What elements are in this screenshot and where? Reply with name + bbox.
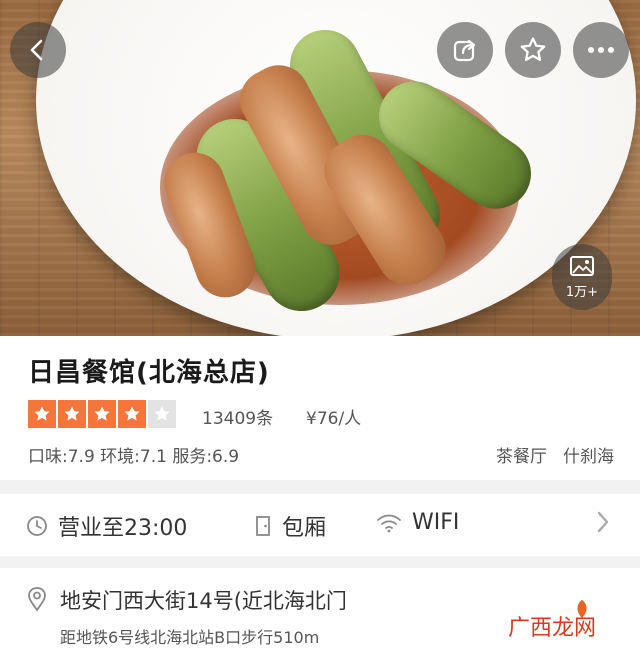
chevron-right-icon[interactable] <box>596 510 610 534</box>
section-divider <box>0 556 640 568</box>
wifi-item: WIFI <box>376 510 459 535</box>
section-divider <box>0 480 640 494</box>
watermark-text: 广西龙网 <box>508 616 597 641</box>
avg-price: ¥76/人 <box>306 409 362 429</box>
share-icon <box>453 39 476 62</box>
restaurant-name: 日昌餐馆(北海总店) <box>28 358 270 388</box>
facilities-row[interactable]: 营业至23:00 包厢 WIFI <box>0 496 640 554</box>
share-button[interactable] <box>437 22 493 78</box>
hero-photo[interactable]: 1万+ <box>0 0 640 336</box>
subway-distance: 距地铁6号线北海北站B口步行510m <box>60 628 320 647</box>
hours-item: 营业至23:00 <box>26 510 187 542</box>
address-text[interactable]: 地安门西大街14号(近北海北门 <box>60 585 347 615</box>
clock-icon <box>27 516 47 536</box>
star-icon <box>28 400 56 428</box>
star-rating <box>28 400 176 428</box>
wifi-label: WIFI <box>412 510 460 535</box>
category-tags: 茶餐厅 什刹海 <box>496 442 614 467</box>
back-button[interactable] <box>10 22 66 78</box>
more-button[interactable] <box>573 22 629 78</box>
more-icon <box>588 47 614 53</box>
hours-label: 营业至23:00 <box>58 516 188 541</box>
sub-scores: 口味:7.9 环境:7.1 服务:6.9 <box>28 447 240 467</box>
tag-category[interactable]: 茶餐厅 <box>496 442 547 467</box>
star-empty-icon <box>148 400 176 428</box>
wifi-icon <box>377 514 401 532</box>
star-icon <box>88 400 116 428</box>
star-icon <box>118 400 146 428</box>
door-icon <box>256 516 270 536</box>
private-room-item: 包厢 <box>254 510 326 542</box>
star-icon <box>58 400 86 428</box>
private-room-label: 包厢 <box>282 516 327 541</box>
review-count[interactable]: 13409条 <box>202 404 273 429</box>
photo-count-label: 1万+ <box>565 284 599 300</box>
star-icon <box>520 37 546 61</box>
photo-count-button[interactable]: 1万+ <box>552 244 612 310</box>
back-icon <box>30 39 43 61</box>
tag-area[interactable]: 什刹海 <box>563 442 614 467</box>
location-pin-icon <box>28 587 46 612</box>
image-icon <box>570 255 594 276</box>
favorite-button[interactable] <box>505 22 561 78</box>
